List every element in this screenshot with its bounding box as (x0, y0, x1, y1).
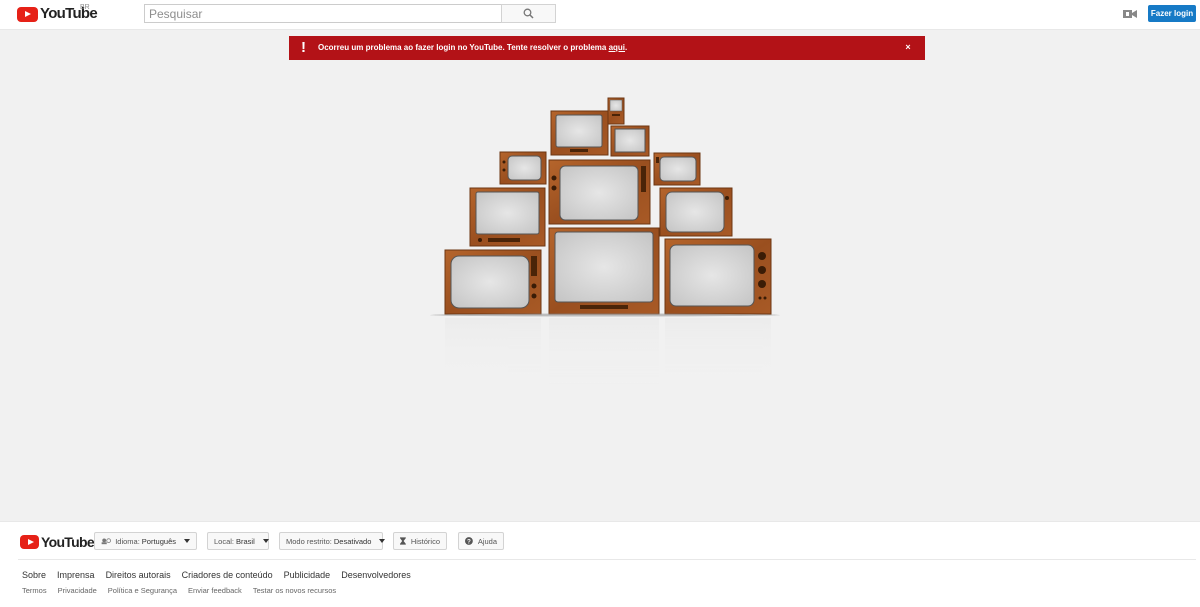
language-icon (101, 538, 111, 545)
language-label: Idioma: (115, 536, 140, 546)
footer-link-policy-safety[interactable]: Política e Segurança (108, 586, 177, 595)
language-value: Português (141, 536, 176, 546)
tv-bottom-center (548, 227, 660, 315)
search-button[interactable] (501, 4, 556, 23)
history-label: Histórico (410, 536, 440, 546)
signin-button[interactable]: Fazer login (1148, 5, 1196, 22)
exclamation-icon: ! (301, 39, 306, 56)
footer-link-press[interactable]: Imprensa (57, 570, 95, 580)
footer-link-developers[interactable]: Desenvolvedores (341, 570, 411, 580)
footer-link-about[interactable]: Sobre (22, 570, 46, 580)
location-picker[interactable]: Local: Brasil (207, 532, 269, 550)
footer-youtube-logo[interactable]: YouTube (20, 534, 95, 550)
country-code: BR (80, 4, 90, 11)
tv-upper-small (610, 125, 650, 157)
tv-upper-right (653, 152, 701, 186)
help-button[interactable]: ? Ajuda (458, 532, 504, 550)
alert-suffix: . (625, 43, 628, 52)
tv-reflection (445, 318, 771, 388)
help-icon: ? (465, 537, 473, 545)
chevron-down-icon (379, 539, 386, 543)
footer-link-feedback[interactable]: Enviar feedback (188, 586, 242, 595)
tv-upper-left (499, 151, 547, 185)
chevron-down-icon (184, 539, 190, 543)
masthead: YouTube BR Fazer login (0, 0, 1200, 30)
tv-middle-left (469, 187, 546, 247)
restricted-label: Modo restrito: (286, 536, 332, 546)
footer-link-test-features[interactable]: Testar os novos recursos (253, 586, 336, 595)
restricted-mode-picker[interactable]: Modo restrito: Desativado (279, 532, 386, 550)
hourglass-icon (400, 537, 406, 545)
youtube-play-icon (17, 6, 38, 22)
youtube-play-icon (20, 535, 39, 549)
tv-bottom-right (664, 238, 772, 315)
error-alert: ! Ocorreu um problema ao fazer login no … (289, 36, 925, 60)
location-label: Local: (214, 536, 235, 546)
alert-link[interactable]: aqui (609, 43, 625, 52)
tv-bottom-left (444, 249, 542, 315)
footer-link-terms[interactable]: Termos (22, 586, 47, 595)
tv-upper-center (550, 110, 609, 156)
broken-tvs-illustration (430, 97, 780, 388)
footer-primary-links: Sobre Imprensa Direitos autorais Criador… (22, 570, 422, 580)
alert-message: Ocorreu um problema ao fazer login no Yo… (318, 43, 627, 52)
help-label: Ajuda (477, 536, 497, 546)
footer-divider (18, 559, 1196, 560)
location-value: Brasil (236, 536, 255, 546)
footer-link-advertise[interactable]: Publicidade (284, 570, 331, 580)
video-camera-icon[interactable] (1123, 8, 1137, 20)
svg-text:?: ? (467, 538, 471, 545)
footer-link-privacy[interactable]: Privacidade (58, 586, 97, 595)
footer-secondary-links: Termos Privacidade Política e Segurança … (22, 586, 347, 595)
tv-middle-right (659, 187, 733, 237)
language-picker[interactable]: Idioma: Português (94, 532, 197, 550)
footer-link-creators[interactable]: Criadores de conteúdo (182, 570, 273, 580)
chevron-down-icon (262, 539, 269, 543)
restricted-value: Desativado (333, 536, 372, 546)
footer: YouTube Idioma: Português Local: Brasil … (0, 521, 1200, 607)
search-icon (523, 8, 534, 19)
close-icon[interactable]: × (903, 42, 913, 52)
footer-logo-text: YouTube (41, 534, 95, 550)
history-button[interactable]: Histórico (393, 532, 447, 550)
alert-message-text: Ocorreu um problema ao fazer login no Yo… (318, 43, 609, 52)
tv-middle-center (548, 159, 651, 225)
search-input[interactable] (144, 4, 502, 23)
footer-link-copyright[interactable]: Direitos autorais (106, 570, 171, 580)
tv-top-tiny (607, 97, 625, 125)
